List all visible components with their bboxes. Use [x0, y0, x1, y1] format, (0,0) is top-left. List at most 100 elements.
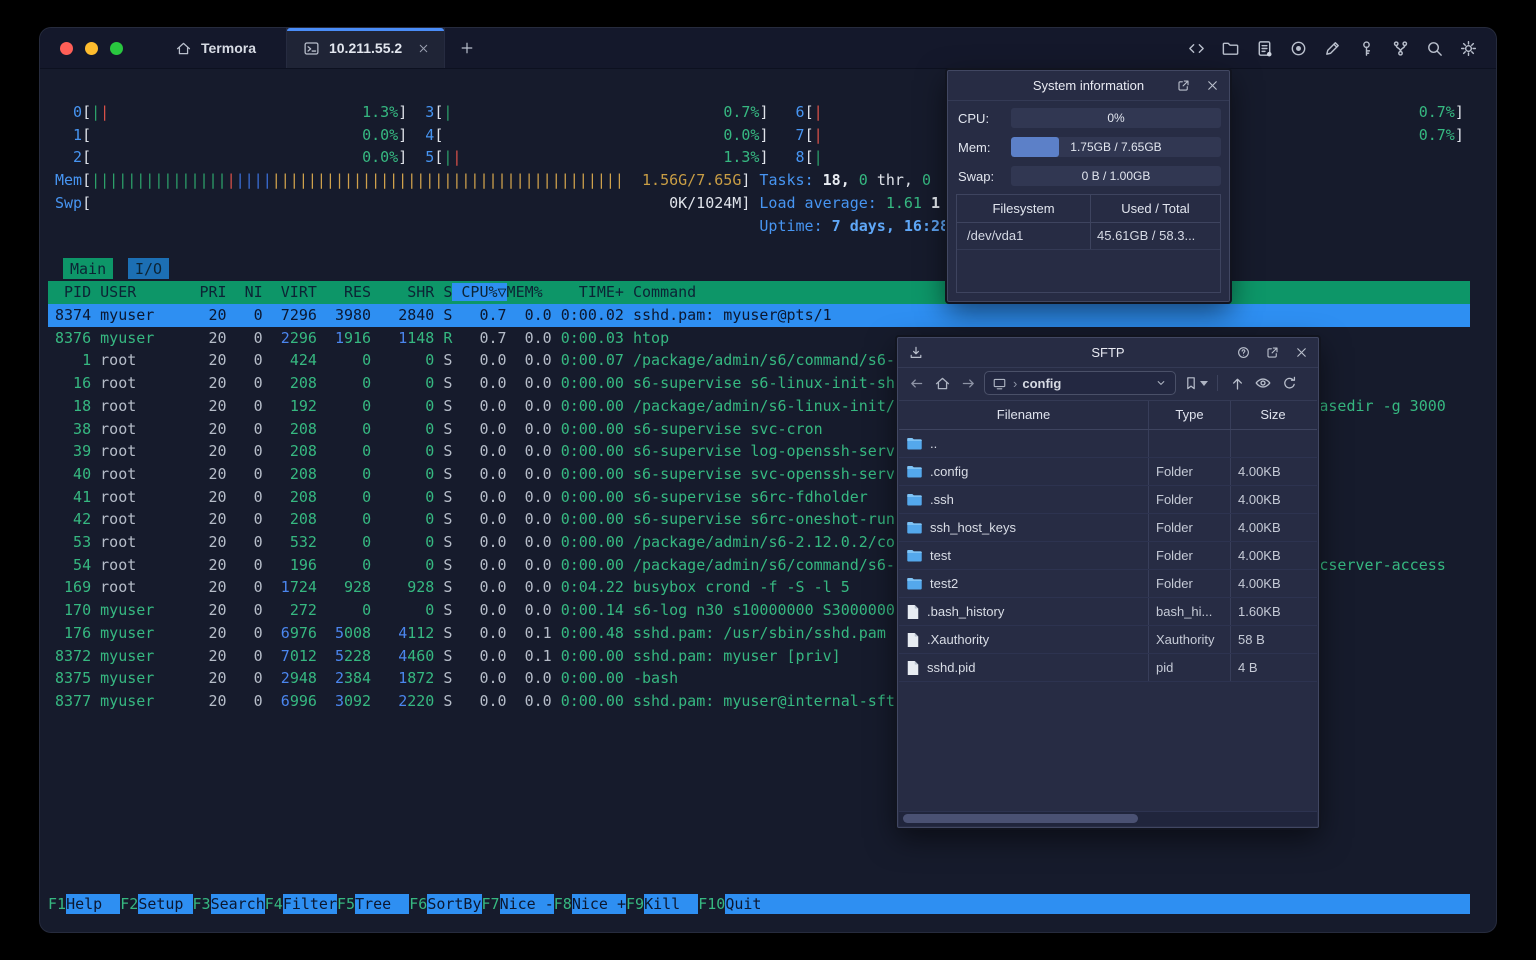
cpu-meter-row: 0[|| 1.3%] 3[| 0.7%] 6[| 0.7%]	[55, 103, 1464, 121]
download-icon[interactable]	[907, 344, 924, 361]
tab-bar: Termora 10.211.55.2	[40, 28, 1496, 69]
close-panel-icon[interactable]	[1293, 344, 1310, 361]
fkey-action-tree[interactable]: Tree	[355, 894, 410, 914]
new-tab-button[interactable]	[445, 28, 489, 68]
htop-view-tab-main[interactable]: Main	[63, 258, 114, 279]
show-hidden-eye-icon[interactable]	[1253, 373, 1273, 393]
horizontal-scrollbar[interactable]	[899, 811, 1317, 826]
filesystem-table-header: Filesystem Used / Total	[957, 195, 1220, 223]
fkey-f10: F10	[698, 895, 726, 913]
settings-gear-icon[interactable]	[1458, 38, 1478, 58]
sftp-file-row-[interactable]: ..	[899, 430, 1317, 458]
record-icon[interactable]	[1288, 38, 1308, 58]
cpu-meter-row: 1[ 0.0%] 4[ 0.0%] 7[| 0.7%]	[55, 125, 1464, 144]
type-col-header[interactable]: Type	[1149, 401, 1231, 429]
system-info-title: System information	[1032, 78, 1145, 93]
sysinfo-meter-cpu: 0%	[1011, 108, 1221, 128]
folder-icon	[906, 464, 923, 479]
file-name: .config	[930, 464, 969, 479]
sftp-titlebar: SFTP	[898, 338, 1318, 368]
tab-ssh-session[interactable]: 10.211.55.2	[285, 28, 446, 68]
swap-meter-load-row: Swp[ 0K/1024M] Load average: 1.61 1	[55, 193, 941, 212]
traffic-lights	[40, 28, 145, 68]
sftp-file-row-ssh[interactable]: .ssh Folder 4.00KB	[899, 486, 1317, 514]
toolbar-divider	[1217, 375, 1218, 391]
fkey-f2: F2	[120, 895, 139, 913]
mem-meter-tasks-row: Mem[||||||||||||||||||||||||||||||||||||…	[55, 171, 932, 190]
htop-view-tab-io[interactable]: I/O	[128, 258, 170, 279]
sftp-panel: SFTP › config Filename Type Size .. .con…	[897, 337, 1319, 828]
home-tab-label: Termora	[201, 40, 256, 56]
fkey-action-sortby[interactable]: SortBy	[427, 894, 482, 914]
file-name: test2	[930, 576, 959, 591]
file-size: 4.00KB	[1238, 520, 1281, 535]
fkey-action-filter[interactable]: Filter	[282, 894, 337, 914]
sftp-file-row-test[interactable]: test Folder 4.00KB	[899, 542, 1317, 570]
sftp-file-row-bashhistory[interactable]: .bash_history bash_hi... 1.60KB	[899, 598, 1317, 626]
fkey-action-help[interactable]: Help	[66, 894, 121, 914]
fkey-action-kill[interactable]: Kill	[644, 894, 699, 914]
sftp-file-row-config[interactable]: .config Folder 4.00KB	[899, 458, 1317, 486]
folder-icon	[906, 520, 923, 535]
open-external-icon[interactable]	[1175, 77, 1192, 94]
file-size: 4.00KB	[1238, 492, 1281, 507]
log-icon[interactable]	[1254, 38, 1274, 58]
close-panel-icon[interactable]	[1204, 77, 1221, 94]
tab-termora-home[interactable]: Termora	[145, 28, 286, 68]
fkey-f5: F5	[337, 895, 356, 913]
home-icon	[175, 40, 192, 57]
file-type: Folder	[1149, 486, 1231, 513]
filename-col-header[interactable]: Filename	[899, 401, 1149, 429]
process-row-8374[interactable]: 8374 myuser 20 0 7296 3980 2840 S 0.7 0.…	[48, 304, 1470, 327]
back-icon[interactable]	[906, 373, 926, 393]
sort-column-cpu[interactable]: CPU%▽	[452, 283, 507, 301]
forward-icon[interactable]	[958, 373, 978, 393]
file-name: sshd.pid	[927, 660, 976, 675]
sftp-file-row-test2[interactable]: test2 Folder 4.00KB	[899, 570, 1317, 598]
fkey-action-setup[interactable]: Setup	[138, 894, 193, 914]
close-window-button[interactable]	[60, 41, 73, 55]
file-type: Xauthority	[1149, 626, 1231, 653]
parent-directory-icon[interactable]	[1227, 373, 1247, 393]
file-size: 1.60KB	[1238, 604, 1281, 619]
fkey-action-search[interactable]: Search	[210, 894, 265, 914]
filesystem-row[interactable]: /dev/vda1 45.61GB / 58.3...	[957, 223, 1220, 250]
process-table-header[interactable]: PID USER PRI NI VIRT RES SHR S CPU%▽MEM%…	[48, 281, 1470, 304]
sysinfo-meter-swap: 0 B / 1.00GB	[1011, 166, 1221, 186]
chevron-down-icon[interactable]	[1152, 375, 1169, 392]
edit-icon[interactable]	[1322, 38, 1342, 58]
bookmark-icon	[1182, 375, 1199, 392]
sysinfo-label-cpu: CPU:	[958, 110, 990, 126]
file-icon	[906, 660, 920, 676]
search-icon[interactable]	[1424, 38, 1444, 58]
home-icon[interactable]	[932, 373, 952, 393]
open-external-icon[interactable]	[1264, 344, 1281, 361]
fkey-bar-fill	[779, 894, 1470, 914]
scrollbar-thumb[interactable]	[903, 814, 1138, 823]
sftp-file-row-Xauthority[interactable]: .Xauthority Xauthority 58 B	[899, 626, 1317, 654]
filesystem-name: /dev/vda1	[957, 223, 1091, 249]
folder-icon[interactable]	[1220, 38, 1240, 58]
sftp-file-row-sshdpid[interactable]: sshd.pid pid 4 B	[899, 654, 1317, 682]
fkey-f1: F1	[48, 895, 67, 913]
fkey-f7: F7	[481, 895, 500, 913]
sysinfo-label-mem: Mem:	[958, 139, 991, 155]
key-icon[interactable]	[1356, 38, 1376, 58]
fkey-action-nice[interactable]: Nice +	[571, 894, 626, 914]
sftp-file-row-sshhostkeys[interactable]: ssh_host_keys Folder 4.00KB	[899, 514, 1317, 542]
path-breadcrumb[interactable]: › config	[984, 371, 1176, 395]
fkey-action-quit[interactable]: Quit	[725, 894, 780, 914]
fkey-action-nice[interactable]: Nice -	[499, 894, 554, 914]
zoom-window-button[interactable]	[110, 41, 123, 55]
bookmark-control[interactable]	[1182, 375, 1208, 392]
folder-icon	[906, 548, 923, 563]
close-tab-icon[interactable]	[417, 42, 430, 55]
size-col-header[interactable]: Size	[1231, 401, 1315, 429]
filesystem-col-header: Filesystem	[957, 195, 1091, 222]
minimize-window-button[interactable]	[85, 41, 98, 55]
branch-icon[interactable]	[1390, 38, 1410, 58]
help-icon[interactable]	[1235, 344, 1252, 361]
code-icon[interactable]	[1186, 38, 1206, 58]
refresh-icon[interactable]	[1279, 373, 1299, 393]
bookmark-caret-icon	[1200, 380, 1208, 386]
